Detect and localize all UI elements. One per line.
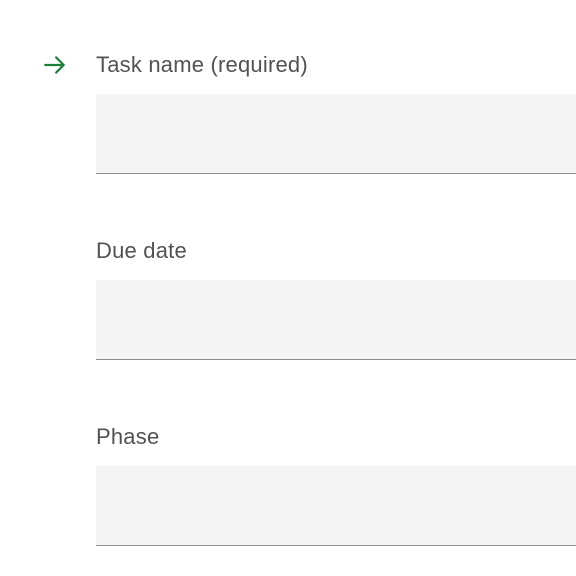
phase-input[interactable] <box>96 466 576 546</box>
phase-field: Phase <box>42 424 576 546</box>
due-date-field: Due date <box>42 238 576 360</box>
input-wrapper <box>96 280 576 360</box>
label-row: Due date <box>42 238 576 264</box>
form-container: Task name (required) Due date Phase <box>0 0 576 546</box>
due-date-input[interactable] <box>96 280 576 360</box>
input-wrapper <box>96 466 576 546</box>
due-date-label: Due date <box>96 238 187 264</box>
label-row: Task name (required) <box>42 52 576 78</box>
phase-label: Phase <box>96 424 159 450</box>
input-wrapper <box>96 94 576 174</box>
task-name-label: Task name (required) <box>96 52 308 78</box>
task-name-input[interactable] <box>96 94 576 174</box>
arrow-right-icon <box>42 52 68 78</box>
task-name-field: Task name (required) <box>42 52 576 174</box>
label-row: Phase <box>42 424 576 450</box>
